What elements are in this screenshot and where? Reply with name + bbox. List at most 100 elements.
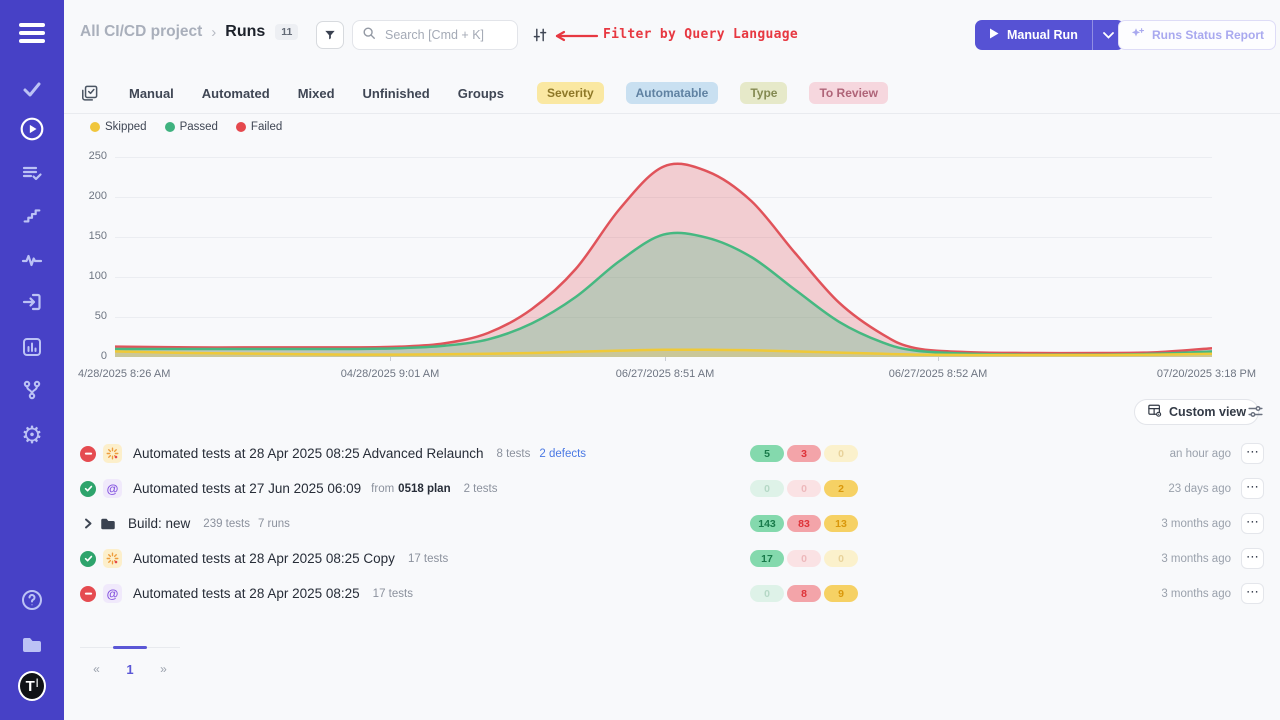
passed-status-icon xyxy=(80,481,96,497)
legend-dot xyxy=(90,122,100,132)
sign-in-icon[interactable] xyxy=(18,288,46,316)
run-tests-count: 17 tests xyxy=(408,553,448,565)
activity-icon[interactable] xyxy=(18,246,46,274)
passed-pill: 17 xyxy=(750,550,784,567)
more-button[interactable]: ⋯ xyxy=(1241,443,1264,464)
run-tests-count: 2 tests xyxy=(464,483,498,495)
runs-list: Automated tests at 28 Apr 2025 08:25 Adv… xyxy=(80,436,1264,611)
expand-chevron-icon[interactable] xyxy=(80,518,96,529)
failed-pill: 3 xyxy=(787,445,821,462)
tab-automated[interactable]: Automated xyxy=(202,86,270,101)
run-time: 3 months ago xyxy=(1161,553,1231,565)
result-pills: 143 83 13 xyxy=(750,515,858,532)
select-all-icon[interactable] xyxy=(80,84,99,103)
run-title[interactable]: Automated tests at 28 Apr 2025 08:25 Cop… xyxy=(133,551,395,566)
failed-pill: 0 xyxy=(787,480,821,497)
passed-pill: 0 xyxy=(750,585,784,602)
failed-pill: 8 xyxy=(787,585,821,602)
more-button[interactable]: ⋯ xyxy=(1241,583,1264,604)
result-pills: 5 3 0 xyxy=(750,445,858,462)
cursor-icon: @ xyxy=(103,584,122,603)
legend-item[interactable]: Skipped xyxy=(90,121,147,133)
legend-label: Passed xyxy=(180,121,218,133)
run-row[interactable]: @ Automated tests at 28 Apr 2025 08:25 1… xyxy=(80,576,1264,611)
run-time: 3 months ago xyxy=(1161,518,1231,530)
run-from-label: from xyxy=(371,483,394,495)
more-button[interactable]: ⋯ xyxy=(1241,548,1264,569)
run-row[interactable]: Automated tests at 28 Apr 2025 08:25 Adv… xyxy=(80,436,1264,471)
help-icon[interactable] xyxy=(18,586,46,614)
filter-funnel-button[interactable] xyxy=(316,21,344,49)
legend-item[interactable]: Failed xyxy=(236,121,282,133)
manual-run-button[interactable]: Manual Run xyxy=(975,20,1092,50)
runs-status-report-button[interactable]: Runs Status Report xyxy=(1118,20,1276,50)
failed-pill: 83 xyxy=(787,515,821,532)
run-title[interactable]: Automated tests at 27 Jun 2025 06:09 xyxy=(133,481,361,496)
skipped-pill: 2 xyxy=(824,480,858,497)
passed-pill: 143 xyxy=(750,515,784,532)
sparkles-icon xyxy=(1130,26,1145,44)
run-row[interactable]: Automated tests at 28 Apr 2025 08:25 Cop… xyxy=(80,541,1264,576)
tab-groups[interactable]: Groups xyxy=(458,86,504,101)
run-time: 23 days ago xyxy=(1168,483,1231,495)
breadcrumb: All CI/CD project › Runs 11 xyxy=(80,23,298,41)
steps-icon[interactable] xyxy=(18,201,46,229)
passed-pill: 5 xyxy=(750,445,784,462)
app-logo[interactable]: T| xyxy=(18,672,46,700)
tab-unfinished[interactable]: Unfinished xyxy=(363,86,430,101)
y-axis-label: 50 xyxy=(64,310,107,322)
y-axis-label: 0 xyxy=(64,350,107,362)
x-axis-label: 06/27/2025 8:51 AM xyxy=(616,368,714,380)
pagination-last-button[interactable]: » xyxy=(147,662,180,677)
runs-icon[interactable] xyxy=(18,115,46,143)
breadcrumb-project[interactable]: All CI/CD project xyxy=(80,23,202,41)
x-axis-label: 07/20/2025 3:18 PM xyxy=(1157,368,1256,380)
legend-item[interactable]: Passed xyxy=(165,121,218,133)
breadcrumb-separator: › xyxy=(211,24,216,41)
main-area: All CI/CD project › Runs 11 Filter by Qu… xyxy=(64,0,1280,720)
custom-view-label: Custom view xyxy=(1169,405,1246,419)
more-button[interactable]: ⋯ xyxy=(1241,478,1264,499)
sidebar: ⚙ T| xyxy=(0,0,64,720)
run-defects-link[interactable]: 2 defects xyxy=(539,448,586,460)
group-title[interactable]: Build: new xyxy=(128,516,190,531)
filter-chip-severity[interactable]: Severity xyxy=(537,82,604,104)
projects-folder-icon[interactable] xyxy=(18,631,46,659)
chevron-down-icon xyxy=(1103,26,1114,44)
tab-mixed[interactable]: Mixed xyxy=(298,86,335,101)
tests-icon[interactable] xyxy=(18,75,46,103)
cursor-icon: @ xyxy=(103,479,122,498)
annotation-arrow xyxy=(551,29,599,47)
breadcrumb-page: Runs xyxy=(225,23,265,41)
run-title[interactable]: Automated tests at 28 Apr 2025 08:25 Adv… xyxy=(133,446,484,461)
pagination-first-button[interactable]: « xyxy=(80,662,113,677)
pagination-active-indicator xyxy=(113,646,147,649)
run-row-group[interactable]: Build: new 239 tests 7 runs 143 83 13 3 … xyxy=(80,506,1264,541)
branches-icon[interactable] xyxy=(18,376,46,404)
test-plans-icon[interactable] xyxy=(18,160,46,188)
run-tests-count: 17 tests xyxy=(373,588,413,600)
menu-icon[interactable] xyxy=(18,19,46,47)
settings-gear-icon[interactable]: ⚙ xyxy=(18,421,46,449)
run-title[interactable]: Automated tests at 28 Apr 2025 08:25 xyxy=(133,586,360,601)
table-settings-icon xyxy=(1147,403,1162,421)
run-row[interactable]: @ Automated tests at 27 Jun 2025 06:09 f… xyxy=(80,471,1264,506)
tabs-divider xyxy=(64,113,1280,114)
search-input[interactable] xyxy=(383,27,508,43)
folder-icon xyxy=(98,514,117,533)
tab-manual[interactable]: Manual xyxy=(129,86,174,101)
more-button[interactable]: ⋯ xyxy=(1241,513,1264,534)
filter-chip-type[interactable]: Type xyxy=(740,82,787,104)
analytics-icon[interactable] xyxy=(18,333,46,361)
filter-chip-to-review[interactable]: To Review xyxy=(809,82,887,104)
custom-view-button[interactable]: Custom view xyxy=(1134,399,1259,425)
search-box[interactable] xyxy=(352,20,518,50)
view-settings-icon[interactable] xyxy=(1247,403,1264,425)
burst-icon xyxy=(103,444,122,463)
x-axis-label: 4/28/2025 8:26 AM xyxy=(78,368,170,380)
filter-chip-automatable[interactable]: Automatable xyxy=(626,82,719,104)
run-plan-name[interactable]: 0518 plan xyxy=(398,483,450,495)
query-filter-icon[interactable] xyxy=(532,27,548,48)
pagination-page-1[interactable]: 1 xyxy=(113,662,147,677)
pagination-divider xyxy=(80,647,180,648)
